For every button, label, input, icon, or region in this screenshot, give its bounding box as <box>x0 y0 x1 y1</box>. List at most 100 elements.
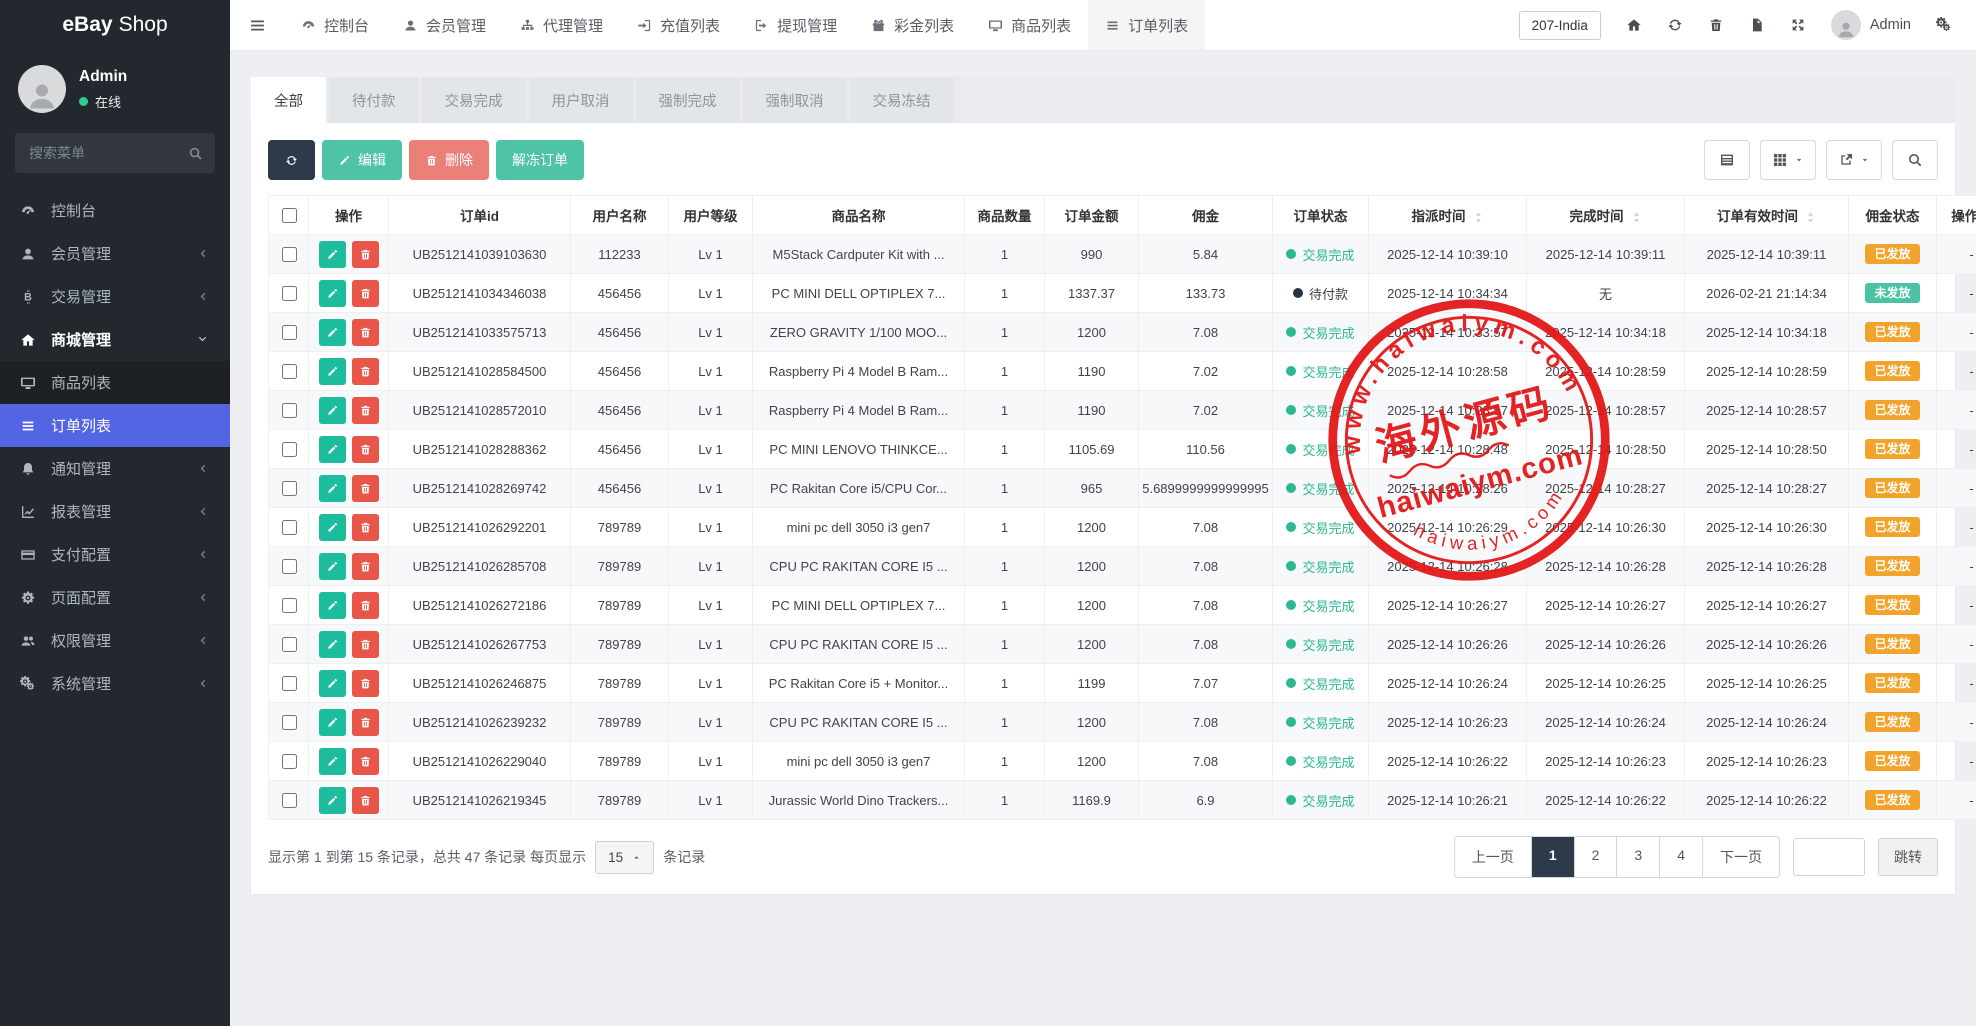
row-delete-button[interactable] <box>352 553 379 580</box>
delete-button[interactable]: 删除 <box>409 140 489 180</box>
row-edit-button[interactable] <box>319 397 346 424</box>
topnav-item-充值列表[interactable]: 充值列表 <box>620 0 737 50</box>
tab-强制完成[interactable]: 强制完成 <box>636 77 740 123</box>
sidebar-search-input[interactable] <box>27 144 188 162</box>
grid-view-button[interactable] <box>1760 140 1816 180</box>
row-edit-button[interactable] <box>319 592 346 619</box>
sidebar-item-支付配置[interactable]: 支付配置 <box>0 533 230 576</box>
row-checkbox[interactable] <box>282 442 297 457</box>
row-edit-button[interactable] <box>319 280 346 307</box>
row-edit-button[interactable] <box>319 358 346 385</box>
sidebar-item-报表管理[interactable]: 报表管理 <box>0 490 230 533</box>
row-delete-button[interactable] <box>352 241 379 268</box>
topnav-item-商品列表[interactable]: 商品列表 <box>971 0 1088 50</box>
row-delete-button[interactable] <box>352 475 379 502</box>
row-edit-button[interactable] <box>319 319 346 346</box>
topbar-user[interactable]: Admin <box>1831 10 1911 40</box>
unfreeze-order-button[interactable]: 解冻订单 <box>496 140 584 180</box>
refresh-button[interactable] <box>268 140 315 180</box>
tab-强制取消[interactable]: 强制取消 <box>743 77 847 123</box>
sidebar-item-商品列表[interactable]: 商品列表 <box>0 361 230 404</box>
refresh-icon[interactable] <box>1667 17 1683 33</box>
row-checkbox[interactable] <box>282 481 297 496</box>
row-edit-button[interactable] <box>319 514 346 541</box>
tab-待付款[interactable]: 待付款 <box>329 77 419 123</box>
tab-全部[interactable]: 全部 <box>251 77 326 123</box>
row-checkbox[interactable] <box>282 247 297 262</box>
home-icon[interactable] <box>1626 17 1642 33</box>
row-edit-button[interactable] <box>319 670 346 697</box>
sidebar-item-交易管理[interactable]: B交易管理 <box>0 275 230 318</box>
column-header-订单有效时间[interactable]: 订单有效时间 <box>1685 196 1849 235</box>
row-delete-button[interactable] <box>352 397 379 424</box>
row-checkbox[interactable] <box>282 754 297 769</box>
sidebar-item-控制台[interactable]: 控制台 <box>0 189 230 232</box>
pagination-page-2[interactable]: 2 <box>1575 837 1618 877</box>
tab-交易完成[interactable]: 交易完成 <box>422 77 526 123</box>
sort-carets-icon[interactable] <box>1805 211 1816 223</box>
row-delete-button[interactable] <box>352 280 379 307</box>
search-view-button[interactable] <box>1892 140 1938 180</box>
row-checkbox[interactable] <box>282 403 297 418</box>
sidebar-item-页面配置[interactable]: 页面配置 <box>0 576 230 619</box>
row-delete-button[interactable] <box>352 436 379 463</box>
topnav-item-代理管理[interactable]: 代理管理 <box>503 0 620 50</box>
gears-icon[interactable] <box>1936 17 1952 33</box>
row-delete-button[interactable] <box>352 709 379 736</box>
row-edit-button[interactable] <box>319 241 346 268</box>
row-checkbox[interactable] <box>282 637 297 652</box>
sidebar-item-通知管理[interactable]: 通知管理 <box>0 447 230 490</box>
row-edit-button[interactable] <box>319 787 346 814</box>
row-checkbox[interactable] <box>282 520 297 535</box>
row-checkbox[interactable] <box>282 793 297 808</box>
row-checkbox[interactable] <box>282 598 297 613</box>
pagination-page-1[interactable]: 1 <box>1532 837 1575 877</box>
row-checkbox[interactable] <box>282 364 297 379</box>
sidebar-item-系统管理[interactable]: 系统管理 <box>0 662 230 705</box>
row-checkbox[interactable] <box>282 325 297 340</box>
page-jump-input[interactable] <box>1793 838 1865 876</box>
hamburger-icon[interactable] <box>230 0 284 50</box>
table-list-view-button[interactable] <box>1704 140 1750 180</box>
sidebar-item-权限管理[interactable]: 权限管理 <box>0 619 230 662</box>
select-all-checkbox[interactable] <box>282 208 297 223</box>
pagination-page-3[interactable]: 3 <box>1617 837 1660 877</box>
row-delete-button[interactable] <box>352 670 379 697</box>
site-selector-button[interactable]: 207-India <box>1519 11 1601 40</box>
edit-button[interactable]: 编辑 <box>322 140 402 180</box>
topnav-item-订单列表[interactable]: 订单列表 <box>1088 0 1205 50</box>
row-delete-button[interactable] <box>352 319 379 346</box>
pagination-next[interactable]: 下一页 <box>1703 837 1779 877</box>
row-edit-button[interactable] <box>319 631 346 658</box>
row-delete-button[interactable] <box>352 748 379 775</box>
topnav-item-提现管理[interactable]: 提现管理 <box>737 0 854 50</box>
column-header-完成时间[interactable]: 完成时间 <box>1527 196 1685 235</box>
file-icon[interactable] <box>1749 17 1765 33</box>
pagination-page-4[interactable]: 4 <box>1660 837 1703 877</box>
search-icon[interactable] <box>188 146 203 161</box>
sidebar-item-商城管理[interactable]: 商城管理 <box>0 318 230 361</box>
row-delete-button[interactable] <box>352 514 379 541</box>
tab-用户取消[interactable]: 用户取消 <box>529 77 633 123</box>
topnav-item-会员管理[interactable]: 会员管理 <box>386 0 503 50</box>
sort-carets-icon[interactable] <box>1631 211 1642 223</box>
row-checkbox[interactable] <box>282 286 297 301</box>
row-delete-button[interactable] <box>352 787 379 814</box>
row-edit-button[interactable] <box>319 709 346 736</box>
row-checkbox[interactable] <box>282 676 297 691</box>
row-edit-button[interactable] <box>319 748 346 775</box>
sidebar-item-会员管理[interactable]: 会员管理 <box>0 232 230 275</box>
export-view-button[interactable] <box>1826 140 1882 180</box>
row-delete-button[interactable] <box>352 631 379 658</box>
pagination-prev[interactable]: 上一页 <box>1455 837 1532 877</box>
column-header-指派时间[interactable]: 指派时间 <box>1369 196 1527 235</box>
topnav-item-控制台[interactable]: 控制台 <box>284 0 386 50</box>
sidebar-item-订单列表[interactable]: 订单列表 <box>0 404 230 447</box>
row-delete-button[interactable] <box>352 358 379 385</box>
expand-icon[interactable] <box>1790 17 1806 33</box>
page-size-dropdown[interactable]: 15 <box>595 841 654 874</box>
trash-icon[interactable] <box>1708 17 1724 33</box>
row-checkbox[interactable] <box>282 715 297 730</box>
tab-交易冻结[interactable]: 交易冻结 <box>850 77 954 123</box>
row-delete-button[interactable] <box>352 592 379 619</box>
